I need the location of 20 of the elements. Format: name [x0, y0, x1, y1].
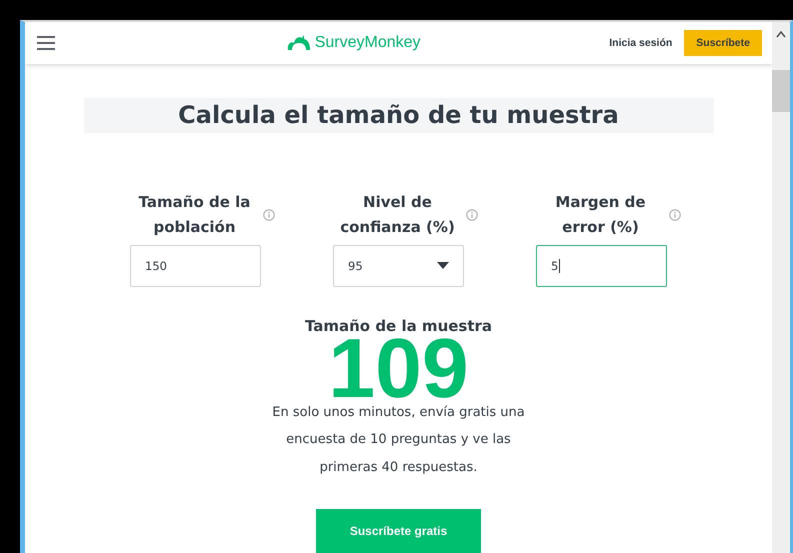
login-link[interactable]: Inicia sesión: [609, 36, 672, 49]
menu-icon[interactable]: [37, 34, 57, 51]
scrollbar[interactable]: [772, 22, 790, 553]
signup-button[interactable]: Suscríbete: [684, 30, 762, 56]
result-label: Tamaño de la muestra: [304, 316, 492, 334]
info-icon[interactable]: [668, 208, 680, 220]
field-label: Tamaño de la población: [138, 192, 252, 238]
info-icon[interactable]: [466, 208, 478, 220]
scrollbar-thumb[interactable]: [772, 70, 790, 112]
caret-icon: [437, 262, 449, 270]
dropdown[interactable]: 95: [333, 244, 464, 286]
scroll-up-icon[interactable]: [776, 30, 786, 38]
info-icon[interactable]: [262, 208, 274, 220]
input-field[interactable]: 150: [130, 244, 261, 286]
field-label: Margen de error (%): [554, 192, 647, 238]
result-value: 109: [328, 336, 469, 398]
description: En solo unos minutos, envía gratis una encuesta de 10 preguntas y ve las primeras 40 respuestas.: [271, 404, 526, 476]
page-title: Calcula el tamaño de tu muestra: [84, 98, 714, 132]
field-label: Nivel de confianza (%): [339, 192, 456, 238]
input-field[interactable]: 5: [536, 244, 667, 286]
